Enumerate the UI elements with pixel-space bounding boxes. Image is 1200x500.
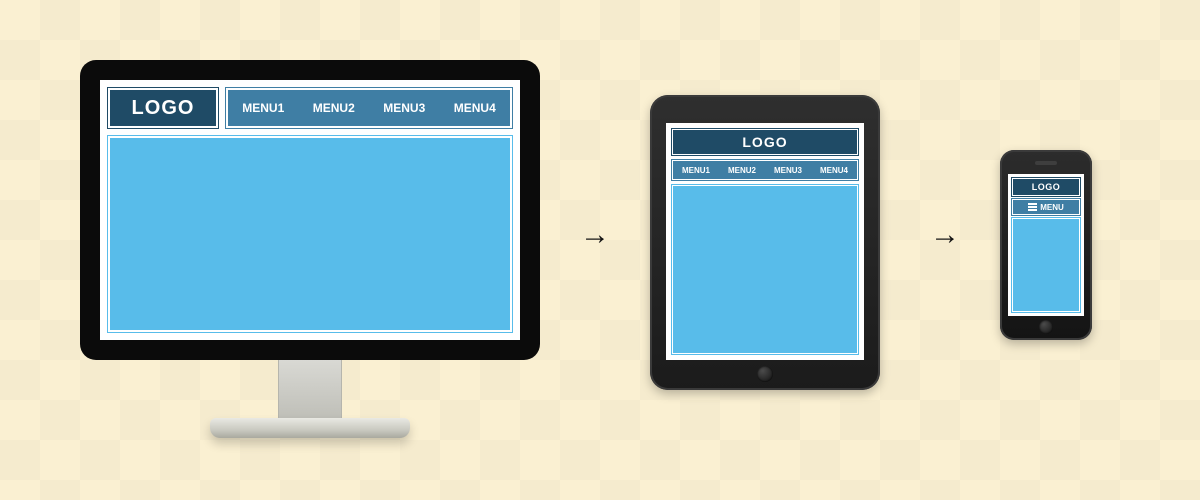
phone-speaker [1035,161,1057,165]
tablet-nav: MENU1 MENU2 MENU3 MENU4 [672,160,858,180]
desktop-menu-item[interactable]: MENU1 [238,101,288,115]
desktop-menu-item[interactable]: MENU2 [309,101,359,115]
tablet-screen: LOGO MENU1 MENU2 MENU3 MENU4 [666,123,864,360]
phone-home-button[interactable] [1039,320,1053,334]
tablet-menu-item[interactable]: MENU3 [774,166,802,175]
arrow-right-icon: → [930,220,960,250]
phone-screen: LOGO MENU [1008,174,1084,316]
arrow-right-icon: → [580,220,610,250]
hamburger-icon [1028,203,1037,211]
desktop-nav: MENU1 MENU2 MENU3 MENU4 [226,88,512,128]
monitor-stand-base [210,418,410,438]
monitor-screen: LOGO MENU1 MENU2 MENU3 MENU4 [100,80,520,340]
tablet-menu-item[interactable]: MENU4 [820,166,848,175]
tablet-logo[interactable]: LOGO [672,129,858,155]
desktop-menu-item[interactable]: MENU4 [450,101,500,115]
tablet-device: LOGO MENU1 MENU2 MENU3 MENU4 [650,95,880,390]
tablet-menu-item[interactable]: MENU2 [728,166,756,175]
tablet-content-area [672,185,858,354]
desktop-logo[interactable]: LOGO [108,88,218,128]
desktop-header: LOGO MENU1 MENU2 MENU3 MENU4 [108,88,512,128]
monitor-stand-neck [278,360,342,418]
desktop-menu-item[interactable]: MENU3 [379,101,429,115]
phone-menu-toggle[interactable]: MENU [1012,199,1080,215]
phone-device: LOGO MENU [1000,150,1092,340]
tablet-menu-item[interactable]: MENU1 [682,166,710,175]
tablet-home-button[interactable] [757,366,773,382]
desktop-content-area [108,136,512,332]
monitor-bezel: LOGO MENU1 MENU2 MENU3 MENU4 [80,60,540,360]
phone-content-area [1012,218,1080,312]
phone-logo[interactable]: LOGO [1012,178,1080,196]
desktop-monitor: LOGO MENU1 MENU2 MENU3 MENU4 [80,60,540,438]
phone-menu-label: MENU [1040,203,1064,212]
